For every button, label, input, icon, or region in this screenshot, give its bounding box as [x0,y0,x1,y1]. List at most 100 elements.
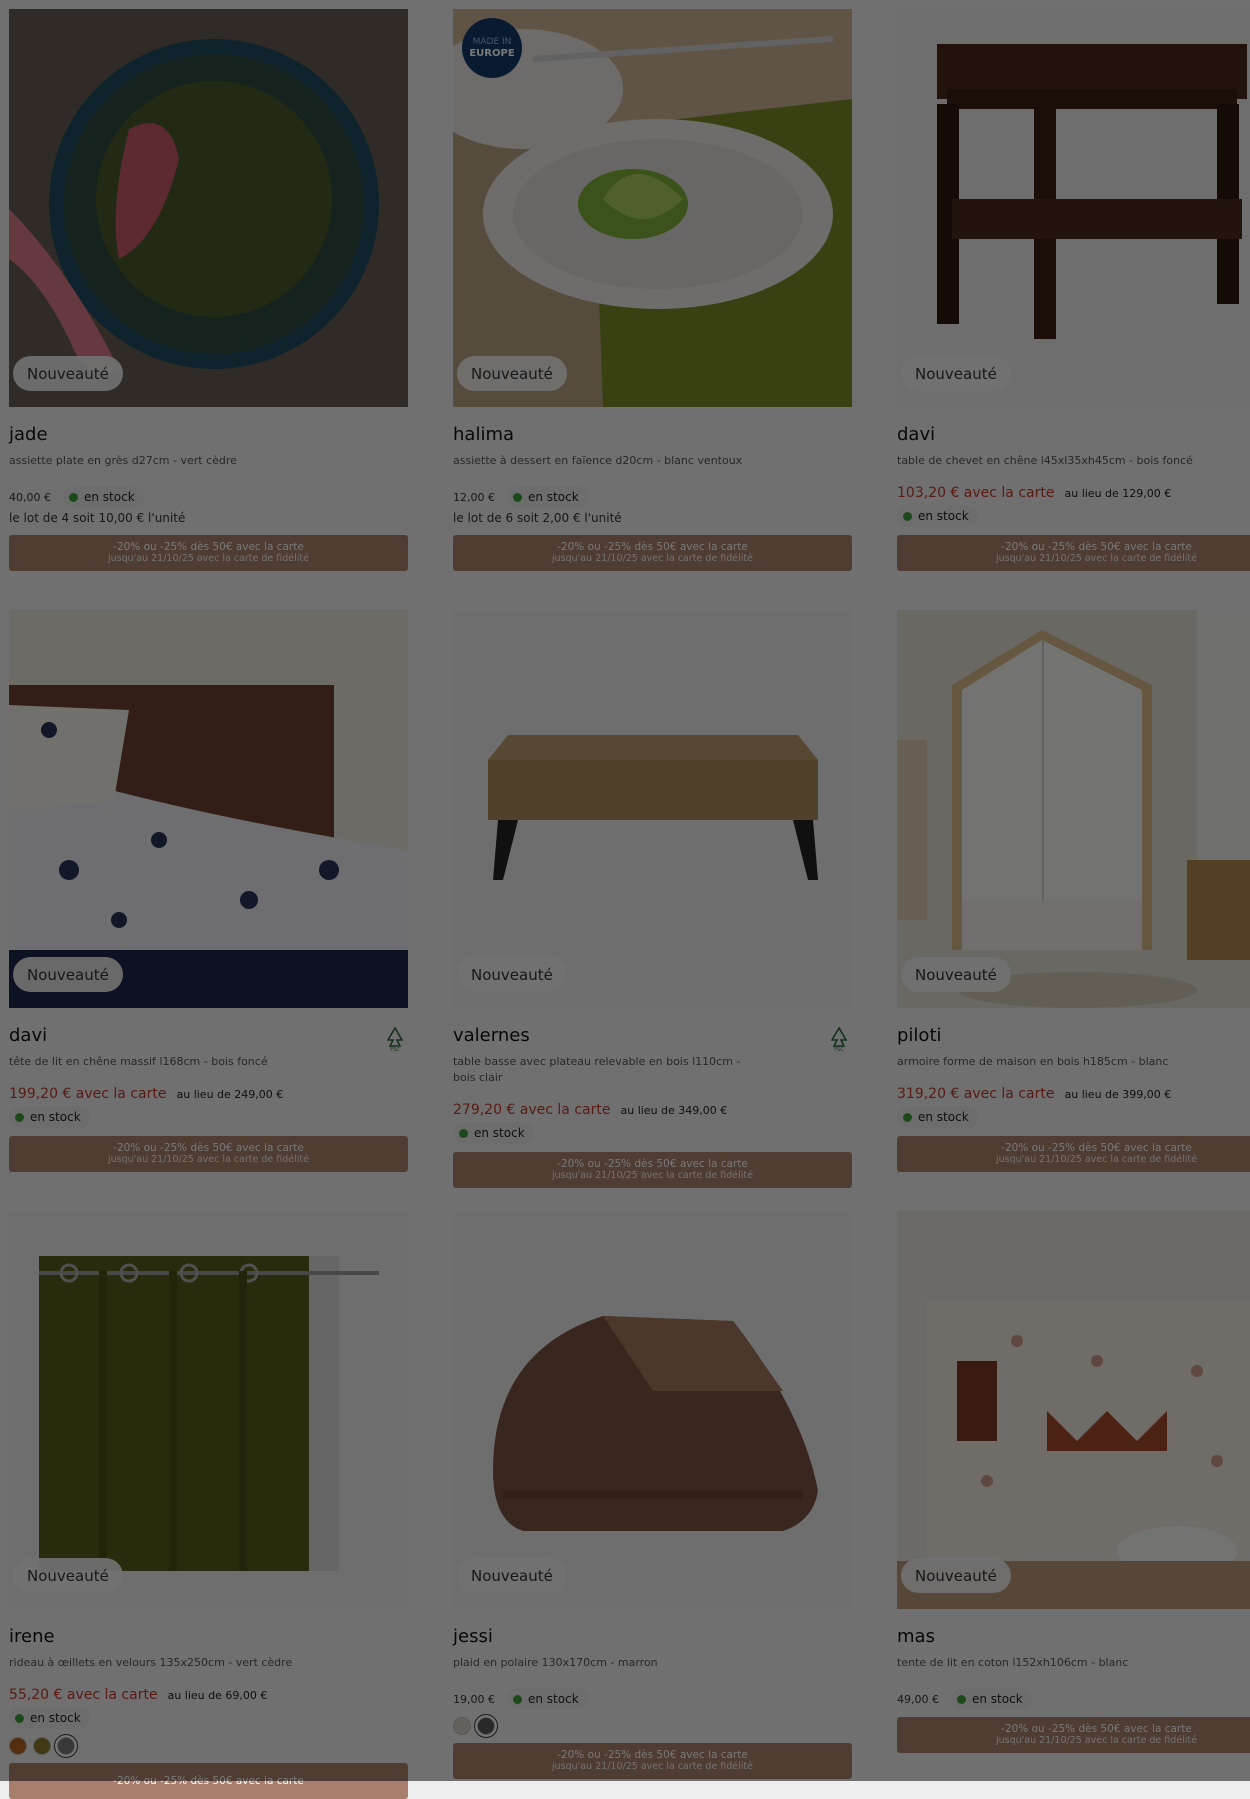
lot-info: le lot de 6 soit 2,00 € l'unité [453,511,622,525]
product-image[interactable]: Nouveauté [9,9,408,407]
color-swatches [9,1737,408,1755]
stock-badge: en stock [453,1122,535,1144]
stock-badge: en stock [9,1707,91,1729]
stock-badge: en stock [897,1106,979,1128]
product-name[interactable]: halima [453,423,852,447]
promo-banner[interactable]: -20% ou -25% dès 50€ avec la carte jusqu… [453,535,852,571]
new-badge: Nouveauté [13,356,123,391]
product-image[interactable]: Nouveauté [897,610,1250,1008]
stock-dot-icon [69,492,78,502]
fsc-icon: FSC [830,1026,848,1052]
stock-badge: en stock [897,505,979,527]
card-price: 55,20 € avec la carte [9,1687,158,1703]
product-description: tête de lit en chêne massif l168cm - boi… [9,1055,268,1068]
color-swatches [453,1717,852,1735]
product-image[interactable]: Nouveauté [897,1211,1250,1609]
product-name[interactable]: piloti [897,1024,1250,1048]
product-description: plaid en polaire 130x170cm - marron [453,1656,658,1669]
made-in-europe-badge: MADE IN EUROPE [462,18,522,78]
promo-banner[interactable]: -20% ou -25% dès 50€ avec la carte jusqu… [897,535,1250,571]
color-swatch-selected[interactable] [57,1737,75,1755]
original-price: au lieu de 69,00 € [167,1688,268,1702]
product-image[interactable]: Nouveauté [453,610,852,1008]
product-image[interactable]: Nouveauté [9,610,408,1008]
new-badge: Nouveauté [457,1558,567,1593]
product-image[interactable]: MADE IN EUROPE Nouveauté [453,9,852,407]
product-description: table de chevet en chêne l45xl35xh45cm -… [897,454,1193,467]
color-swatch-selected[interactable] [477,1717,495,1735]
lot-info: le lot de 4 soit 10,00 € l'unité [9,511,186,525]
stock-dot-icon [459,1128,468,1138]
product-card[interactable]: Nouveauté mas tente de lit en coton l152… [897,1211,1250,1753]
svg-text:FSC: FSC [390,1047,400,1052]
new-badge: Nouveauté [13,1558,123,1593]
product-description: assiette plate en grès d27cm - vert cèdr… [9,454,237,467]
stock-badge: en stock [507,1688,589,1710]
product-name[interactable]: davi [9,1024,408,1048]
stock-dot-icon [903,511,912,521]
stock-dot-icon [957,1694,966,1704]
original-price: au lieu de 129,00 € [1064,486,1172,500]
card-price: 319,20 € avec la carte [897,1086,1055,1102]
stock-dot-icon [15,1112,24,1122]
product-name[interactable]: valernes [453,1024,852,1048]
fsc-icon: FSC [386,1026,404,1052]
product-description: assiette à dessert en faïence d20cm - bl… [453,454,743,467]
card-price: 279,20 € avec la carte [453,1102,611,1118]
new-badge: Nouveauté [901,1558,1011,1593]
product-name[interactable]: jade [9,423,408,447]
product-card[interactable]: Nouveauté jessi plaid en polaire 130x170… [453,1211,852,1779]
product-image[interactable]: Nouveauté [897,9,1250,407]
product-image[interactable]: Nouveauté [9,1211,408,1609]
product-card[interactable]: MADE IN EUROPE Nouveauté halima assiette… [453,9,852,571]
product-grid: Nouveauté jade assiette plate en grès d2… [0,0,1250,1799]
product-image[interactable]: Nouveauté [453,1211,852,1609]
product-name[interactable]: mas [897,1625,1250,1649]
promo-banner[interactable]: -20% ou -25% dès 50€ avec la carte jusqu… [897,1717,1250,1753]
stock-dot-icon [903,1112,912,1122]
stock-dot-icon [513,492,522,502]
color-swatch[interactable] [9,1737,27,1755]
new-badge: Nouveauté [13,957,123,992]
new-badge: Nouveauté [457,957,567,992]
new-badge: Nouveauté [901,356,1011,391]
product-price: 40,00 € [9,490,51,504]
new-badge: Nouveauté [901,957,1011,992]
promo-banner[interactable]: -20% ou -25% dès 50€ avec la carte jusqu… [9,535,408,571]
stock-badge: en stock [507,486,589,508]
color-swatch[interactable] [453,1717,471,1735]
product-card[interactable]: Nouveauté davi FSC tête de lit en chêne … [9,610,408,1172]
product-card[interactable]: Nouveauté piloti armoire forme de maison… [897,610,1250,1172]
color-swatch[interactable] [33,1737,51,1755]
product-description: tente de lit en coton l152xh106cm - blan… [897,1656,1129,1669]
promo-banner[interactable]: -20% ou -25% dès 50€ avec la carte jusqu… [897,1136,1250,1172]
stock-badge: en stock [9,1106,91,1128]
promo-banner[interactable]: -20% ou -25% dès 50€ avec la carte [9,1763,408,1799]
original-price: au lieu de 399,00 € [1064,1087,1172,1101]
product-description: armoire forme de maison en bois h185cm -… [897,1055,1169,1068]
product-description: rideau à œillets en velours 135x250cm - … [9,1656,293,1669]
product-description: table basse avec plateau relevable en bo… [453,1055,741,1084]
product-name[interactable]: irene [9,1625,408,1649]
original-price: au lieu de 249,00 € [176,1087,284,1101]
product-card[interactable]: Nouveauté jade assiette plate en grès d2… [9,9,408,571]
stock-badge: en stock [63,486,145,508]
product-card[interactable]: Nouveauté valernes FSC table basse avec … [453,610,852,1188]
product-card[interactable]: Nouveauté irene rideau à œillets en velo… [9,1211,408,1799]
new-badge: Nouveauté [457,356,567,391]
stock-dot-icon [15,1713,24,1723]
product-price: 19,00 € [453,1692,495,1706]
product-price: 49,00 € [897,1692,939,1706]
card-price: 199,20 € avec la carte [9,1086,167,1102]
product-name[interactable]: jessi [453,1625,852,1649]
promo-banner[interactable]: -20% ou -25% dès 50€ avec la carte jusqu… [9,1136,408,1172]
card-price: 103,20 € avec la carte [897,485,1055,501]
product-card[interactable]: Nouveauté davi table de chevet en chêne … [897,9,1250,571]
product-price: 12,00 € [453,490,495,504]
stock-badge: en stock [951,1688,1033,1710]
original-price: au lieu de 349,00 € [620,1103,728,1117]
svg-text:FSC: FSC [834,1047,844,1052]
promo-banner[interactable]: -20% ou -25% dès 50€ avec la carte jusqu… [453,1152,852,1188]
promo-banner[interactable]: -20% ou -25% dès 50€ avec la carte jusqu… [453,1743,852,1779]
product-name[interactable]: davi [897,423,1250,447]
